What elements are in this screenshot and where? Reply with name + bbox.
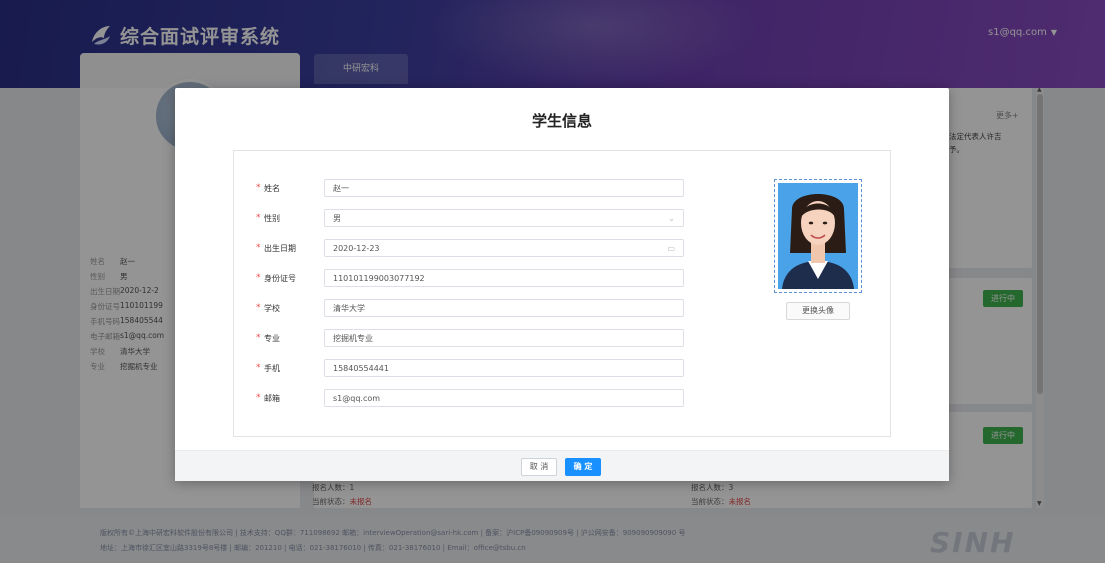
required-mark: *: [256, 333, 261, 343]
field-label: 性别: [264, 213, 280, 223]
required-mark: *: [256, 183, 261, 193]
form-row-birthdate: * 出生日期 2020-12-23 ▭: [256, 239, 684, 257]
form-row-major: * 专业 挖掘机专业: [256, 329, 684, 347]
dialog-footer: 取 消 确 定: [175, 450, 949, 481]
name-input[interactable]: 赵一: [324, 179, 684, 197]
id-number-input[interactable]: 110101199003077192: [324, 269, 684, 287]
required-mark: *: [256, 393, 261, 403]
required-mark: *: [256, 363, 261, 373]
change-photo-button[interactable]: 更换头像: [786, 302, 850, 320]
form-row-id-number: * 身份证号 110101199003077192: [256, 269, 684, 287]
field-label: 身份证号: [264, 273, 296, 283]
chevron-down-icon: ⌄: [668, 213, 675, 223]
student-info-dialog: 学生信息 * 姓名 赵一 * 性别 男 ⌄ * 出生日期 2020-12-23 ▭ …: [175, 88, 949, 481]
field-label: 专业: [264, 333, 280, 343]
form-row-school: * 学校 清华大学: [256, 299, 684, 317]
field-label: 学校: [264, 303, 280, 313]
field-label: 出生日期: [264, 243, 296, 253]
student-form: * 姓名 赵一 * 性别 男 ⌄ * 出生日期 2020-12-23 ▭ * 身份证…: [233, 150, 891, 437]
major-input[interactable]: 挖掘机专业: [324, 329, 684, 347]
school-input[interactable]: 清华大学: [324, 299, 684, 317]
dialog-title: 学生信息: [531, 112, 592, 130]
form-row-name: * 姓名 赵一: [256, 179, 684, 197]
form-row-gender: * 性别 男 ⌄: [256, 209, 684, 227]
student-photo: [778, 183, 858, 289]
form-row-phone: * 手机 15840554441: [256, 359, 684, 377]
field-label: 邮箱: [264, 393, 280, 403]
required-mark: *: [256, 243, 261, 253]
birthdate-picker[interactable]: 2020-12-23 ▭: [324, 239, 684, 257]
confirm-button[interactable]: 确 定: [565, 458, 601, 476]
calendar-icon: ▭: [667, 243, 675, 253]
photo-frame[interactable]: [774, 179, 862, 293]
phone-input[interactable]: 15840554441: [324, 359, 684, 377]
field-label: 姓名: [264, 183, 280, 193]
cancel-button[interactable]: 取 消: [521, 458, 557, 476]
required-mark: *: [256, 303, 261, 313]
gender-select[interactable]: 男 ⌄: [324, 209, 684, 227]
required-mark: *: [256, 273, 261, 283]
form-row-email: * 邮箱 s1@qq.com: [256, 389, 684, 407]
required-mark: *: [256, 213, 261, 223]
field-label: 手机: [264, 363, 280, 373]
email-input[interactable]: s1@qq.com: [324, 389, 684, 407]
